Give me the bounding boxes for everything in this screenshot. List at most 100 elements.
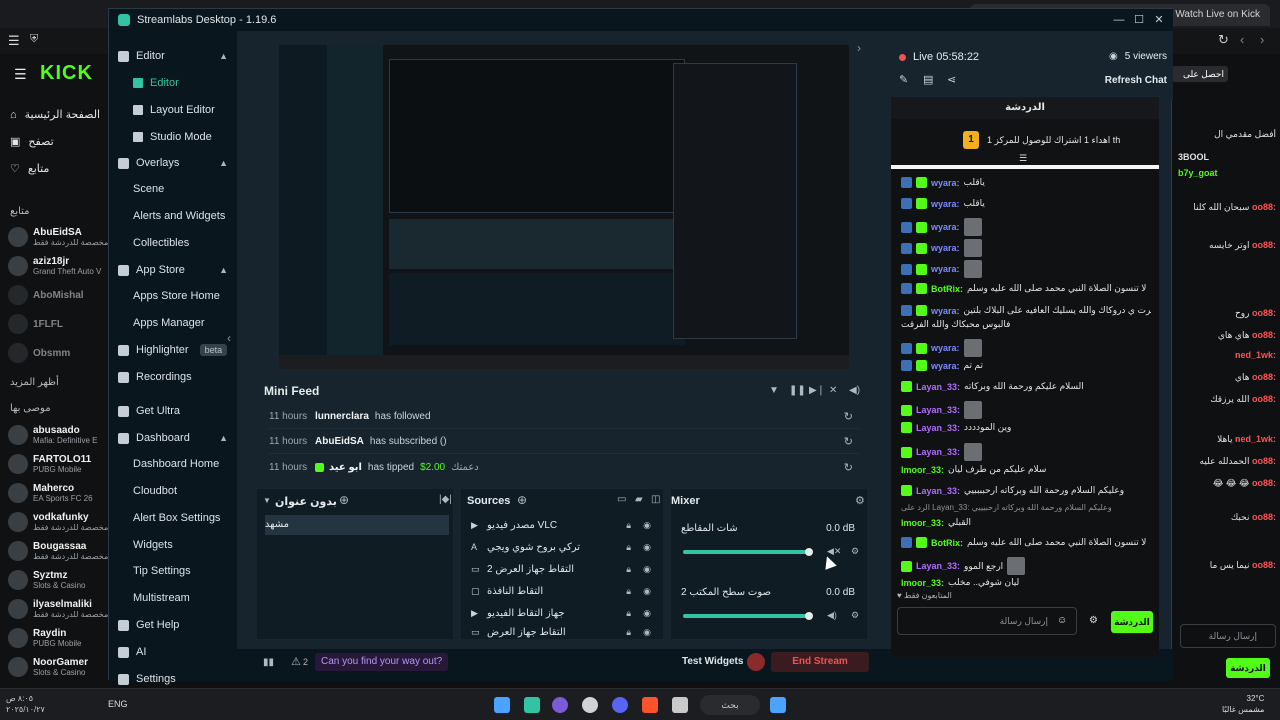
nav-alerts-widgets[interactable]: Alerts and Widgets [133,210,225,222]
nav-highlighter[interactable]: Highlighter beta [118,339,232,361]
channel-item[interactable]: AbuEidSA مخصصة للدردشة فقط [8,224,108,250]
maximize-icon[interactable]: ☐ [1131,12,1147,28]
lock-icon[interactable]: 🔒︎ [626,627,631,638]
channel-item[interactable]: Bougassaa مخصصة للدردشة فقط [8,538,108,564]
emoji-icon[interactable]: ☺ [1057,615,1067,626]
show-more-link[interactable]: أظهر المزيد [10,377,59,388]
channel-item[interactable]: ilyaselmaliki مخصصة للدردشة فقط [8,596,108,622]
skip-icon[interactable]: ▶❘ [809,385,825,396]
app-icon[interactable] [552,697,568,713]
visibility-icon[interactable]: ◉ [643,627,651,638]
nav-settings[interactable]: Settings [118,668,232,690]
channel-item[interactable]: Syztmz Slots & Casino [8,567,108,593]
file-explorer-icon[interactable] [672,697,688,713]
lock-icon[interactable]: 🔒︎ [626,520,631,531]
refresh-chat-button[interactable]: Refresh Chat [1083,75,1167,86]
nav-multistream[interactable]: Multistream [133,592,190,604]
lock-icon[interactable]: 🔒︎ [626,586,631,597]
discord-icon[interactable] [612,697,628,713]
mute-alerts-icon[interactable]: ✕ [829,385,837,396]
source-item[interactable]: A تركي بروح شوي ويجي 🔒︎ ◉ [471,537,659,557]
nav-dashboard-home[interactable]: Dashboard Home [133,458,219,470]
nav-editor[interactable]: Editor [133,72,233,94]
volume-icon[interactable]: ◀) [827,610,837,621]
test-widgets-button[interactable]: Test Widgets [682,656,743,667]
nav-recordings[interactable]: Recordings [118,366,232,388]
channel-item[interactable]: Raydin PUBG Mobile [8,625,108,651]
source-group-icon[interactable]: ▭ [617,494,626,505]
shield-icon[interactable]: ⛨ [30,33,38,46]
channel-item[interactable]: vodkafunky مخصصة للدردشة فقط [8,509,108,535]
stream-preview[interactable] [279,45,849,369]
language-indicator[interactable]: ENG [108,699,128,709]
channel-item[interactable]: aziz18jr Grand Theft Auto V [8,253,108,279]
chevron-down-icon[interactable]: ▼ [263,496,271,505]
transitions-icon[interactable]: |◆| [439,494,452,505]
channel-item[interactable]: abusaado Mafia: Definitive E [8,422,108,448]
hamburger-icon[interactable]: ☰ [14,66,27,83]
chat-send-button[interactable]: الدردشة [1111,611,1153,633]
folder-icon[interactable]: ▰ [635,494,643,505]
nav-group-editor[interactable]: Editor ▲ [118,45,232,67]
chat-send-button[interactable]: الدردشة [1226,658,1270,678]
visibility-icon[interactable]: ◉ [643,542,651,553]
windows-icon[interactable] [770,697,786,713]
channel-item[interactable]: AboMishal [8,282,108,308]
nav-scene[interactable]: Scene [133,183,164,195]
source-item[interactable]: ▭ التقاط جهاز العرض 🔒︎ ◉ [471,625,659,639]
pause-icon[interactable]: ❚❚ [789,385,806,396]
nav-apps-store-home[interactable]: Apps Store Home [133,290,220,302]
kick-logo[interactable]: KICK [40,62,93,85]
back-icon[interactable]: ‹ [1240,32,1244,47]
add-scene-icon[interactable]: ⊕ [339,493,349,507]
get-button[interactable]: احصل على [1172,66,1228,82]
channel-item[interactable]: Maherco EA Sports FC 26 [8,480,108,506]
edit-icon[interactable]: ✎ [899,73,908,86]
taskbar-search[interactable]: بحث [700,695,760,715]
visibility-icon[interactable]: ◉ [643,586,651,597]
chat-input[interactable]: إرسال رسالة [1180,624,1276,648]
nav-alert-box-settings[interactable]: Alert Box Settings [133,512,220,524]
volume-slider[interactable] [683,550,809,554]
lock-icon[interactable]: 🔒︎ [626,542,631,553]
end-stream-button[interactable]: End Stream [771,652,869,672]
nav-cloudbot[interactable]: Cloudbot [133,485,177,497]
nav-get-help[interactable]: Get Help [118,614,232,636]
copy-icon[interactable]: ◫ [651,494,660,505]
weather[interactable]: 32°C مشمس غالبًا [1222,693,1264,715]
gear-icon[interactable]: ⚙ [851,546,859,557]
nav-group-overlays[interactable]: Overlays ▲ [118,152,232,174]
minimize-icon[interactable]: — [1111,12,1127,28]
nav-group-dashboard[interactable]: Dashboard ▲ [118,427,232,449]
scene-item[interactable]: مشهد [265,515,449,535]
mixer-settings-icon[interactable]: ⚙ [855,494,865,507]
chat-settings-icon[interactable]: ⚙ [1089,615,1098,626]
nav-following[interactable]: ♡ متابع [10,162,49,175]
chevron-right-icon[interactable]: › [857,41,861,55]
nav-browse[interactable]: ▣ تصفح [10,135,54,148]
volume-icon[interactable]: ◀) [849,385,860,396]
nav-studio-mode[interactable]: Studio Mode [133,126,233,148]
ask-banner[interactable]: Can you find your way out? [315,653,449,671]
close-icon[interactable]: ✕ [1151,12,1167,28]
nav-layout-editor[interactable]: Layout Editor [133,99,233,121]
nav-widgets[interactable]: Widgets [133,539,173,551]
visibility-icon[interactable]: ◉ [643,564,651,575]
nav-apps-manager[interactable]: Apps Manager [133,317,205,329]
share-icon[interactable]: ⋖ [947,73,956,86]
chevron-left-icon[interactable]: ‹ [227,331,231,345]
repeat-alert-icon[interactable]: ↻ [844,435,853,448]
channel-item[interactable]: NoorGamer Slots & Casino [8,654,108,680]
channel-item[interactable]: Obsmm [8,340,108,366]
forward-icon[interactable]: › [1260,32,1264,47]
nav-get-ultra[interactable]: Get Ultra [118,400,232,422]
nav-group-app-store[interactable]: App Store ▲ [118,259,232,281]
record-button[interactable] [747,653,765,671]
volume-slider[interactable] [683,614,809,618]
visibility-icon[interactable]: ◉ [643,608,651,619]
volume-slider-handle[interactable] [805,548,813,556]
visibility-icon[interactable]: ◉ [643,520,651,531]
repeat-alert-icon[interactable]: ↻ [844,461,853,474]
add-source-icon[interactable]: ⊕ [517,493,527,507]
nav-ai[interactable]: AI [118,641,232,663]
